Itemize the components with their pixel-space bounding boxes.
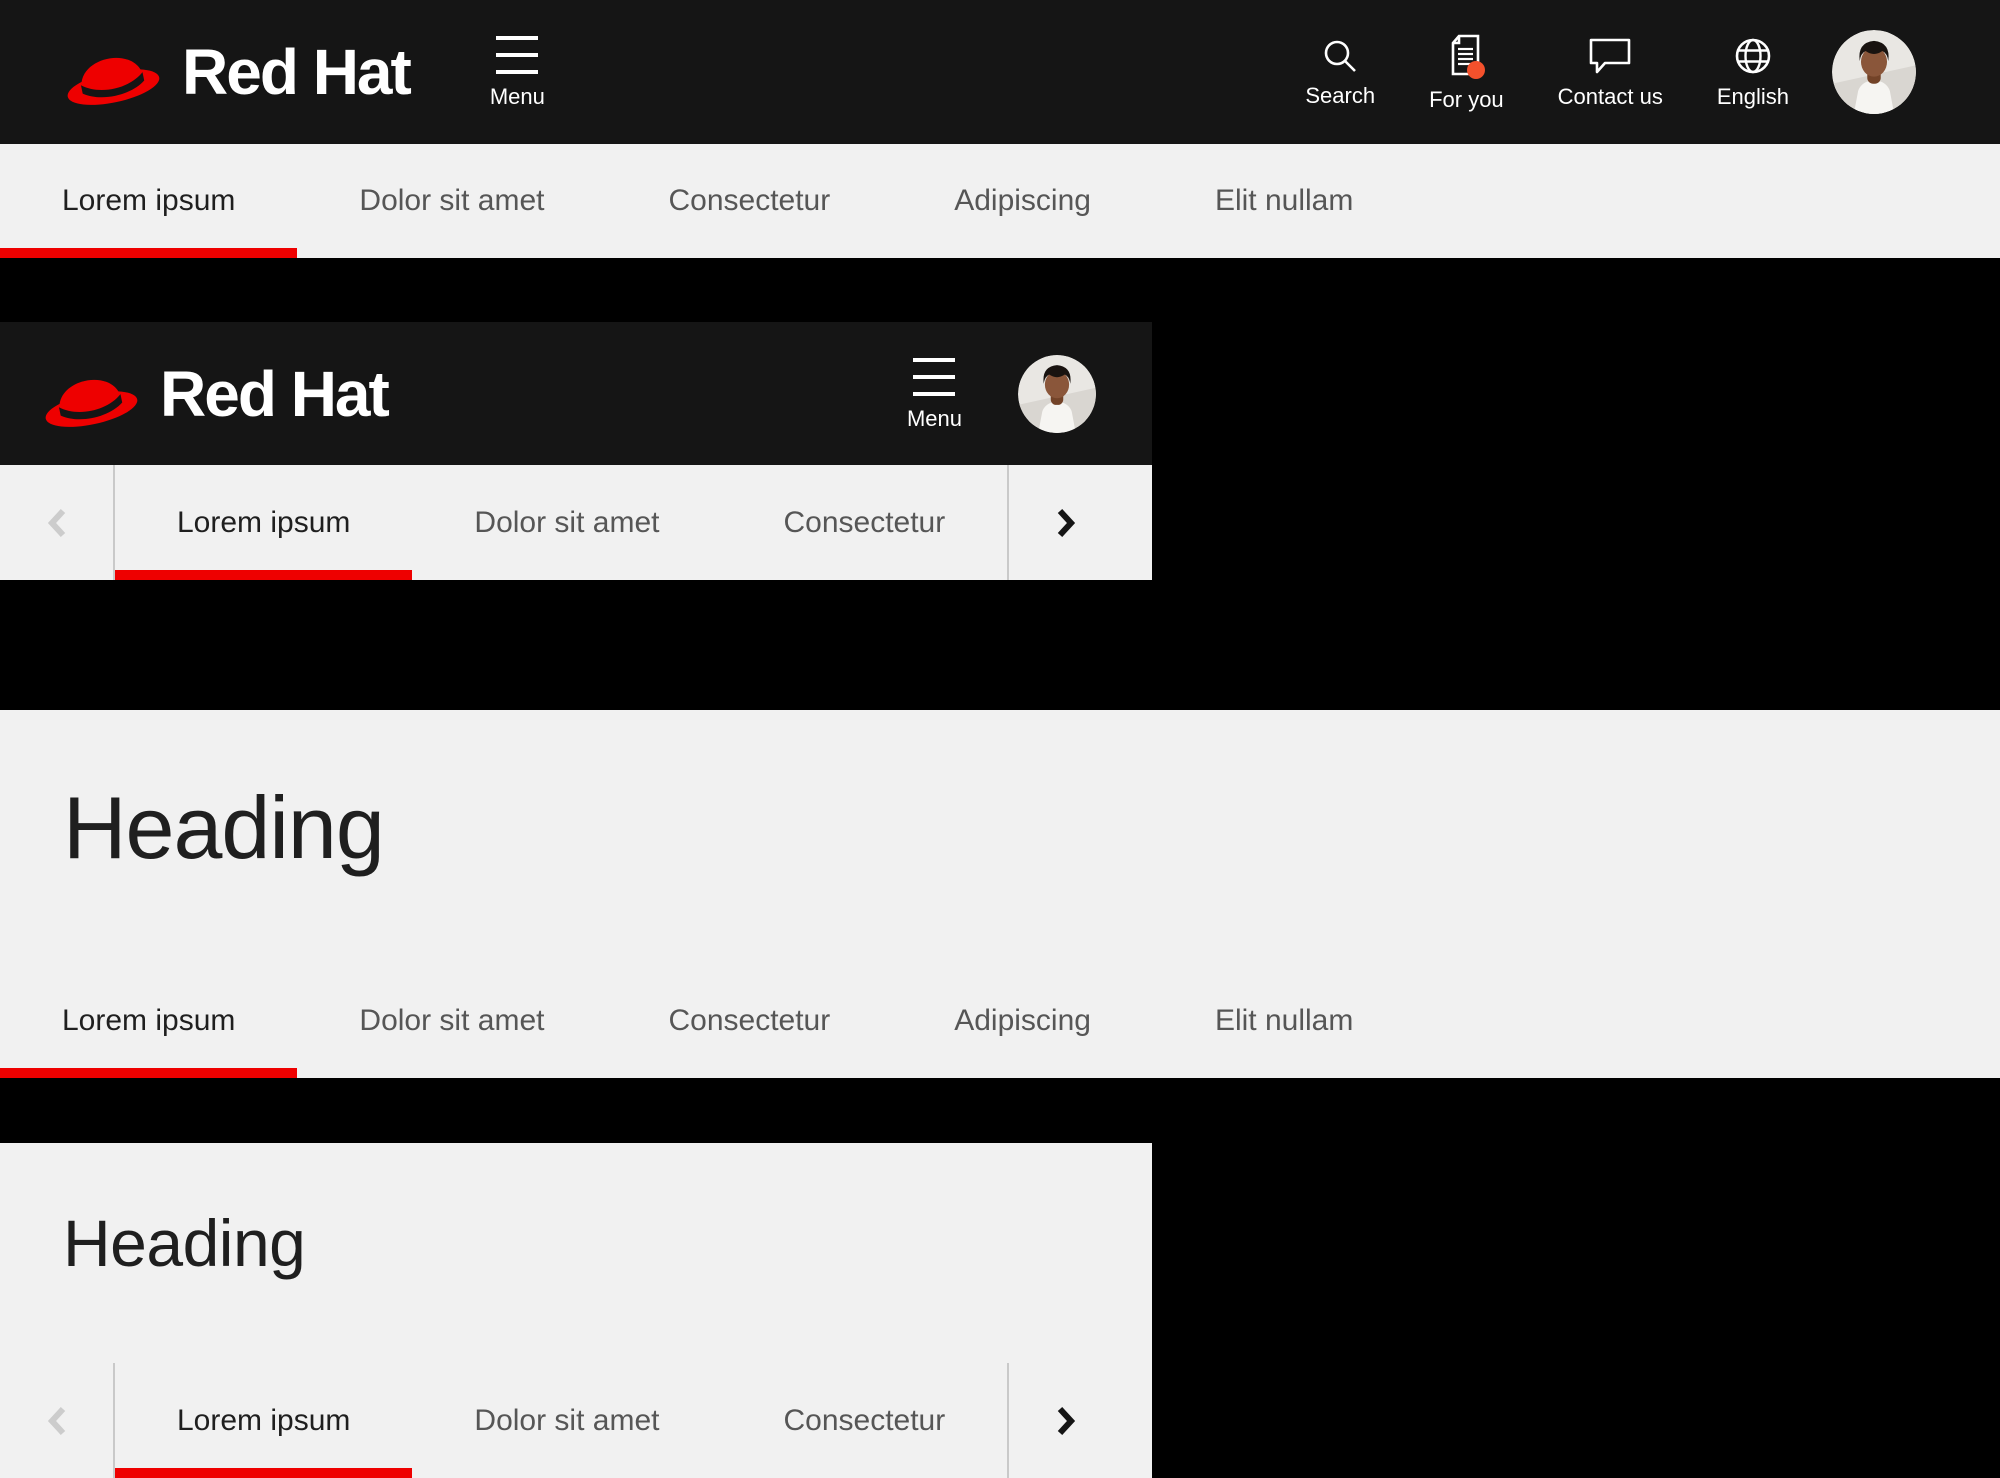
avatar-photo	[1018, 354, 1096, 433]
redhat-logo-mobile[interactable]: Red Hat	[38, 354, 390, 434]
separator-strip	[0, 258, 2000, 322]
search-button[interactable]: Search	[1278, 37, 1402, 107]
search-label: Search	[1305, 83, 1376, 108]
desktop-section-tab-bar: Lorem ipsum Dolor sit amet Consectetur A…	[0, 964, 2000, 1078]
desktop-header: Red Hat Menu Search For you Contact us E…	[0, 0, 2000, 144]
mobile-tab-lorem-ipsum[interactable]: Lorem ipsum	[115, 465, 413, 580]
mobile-viewport-example: Red Hat Menu Lorem ipsum Dolor sit amet …	[0, 322, 1152, 580]
chevron-right-icon	[1057, 508, 1075, 537]
mobile-tab-bar: Lorem ipsum Dolor sit amet Consectetur	[0, 465, 1152, 580]
language-button[interactable]: English	[1690, 36, 1816, 108]
previous-tabs-chevron-disabled	[0, 465, 113, 580]
tab-elit-nullam[interactable]: Elit nullam	[1153, 144, 1415, 258]
page-heading: Heading	[63, 1206, 306, 1280]
mobile-tab-consectetur[interactable]: Consectetur	[721, 1363, 1007, 1478]
menu-label: Menu	[489, 84, 545, 109]
mobile-example-section: Heading Lorem ipsum Dolor sit amet Conse…	[0, 1143, 1152, 1478]
tab-elit-nullam[interactable]: Elit nullam	[1153, 964, 1415, 1078]
separator-strip	[0, 580, 2000, 710]
for-you-button[interactable]: For you	[1402, 33, 1531, 111]
desktop-example-section: Heading Lorem ipsum Dolor sit amet Conse…	[0, 710, 2000, 1078]
user-avatar[interactable]	[1832, 30, 1916, 114]
chevron-left-icon	[47, 1406, 65, 1435]
hamburger-icon	[913, 357, 956, 396]
tab-lorem-ipsum[interactable]: Lorem ipsum	[0, 964, 298, 1078]
page-heading: Heading	[63, 778, 385, 877]
menu-button[interactable]: Menu	[490, 36, 545, 108]
avatar-photo	[1832, 30, 1916, 114]
mobile-menu-button[interactable]: Menu	[906, 357, 962, 431]
mobile-header: Red Hat Menu	[0, 322, 1152, 465]
chevron-left-icon	[47, 508, 65, 537]
mobile-menu-label: Menu	[906, 405, 962, 431]
redhat-fedora-icon	[45, 379, 138, 427]
redhat-wordmark: Red Hat	[182, 36, 412, 108]
redhat-wordmark: Red Hat	[160, 357, 390, 430]
chat-bubble-icon	[1589, 38, 1631, 74]
mobile-tab-lorem-ipsum[interactable]: Lorem ipsum	[115, 1363, 413, 1478]
globe-icon	[1735, 38, 1771, 74]
document-icon	[1452, 34, 1486, 79]
hamburger-icon	[496, 36, 539, 74]
tab-adipiscing[interactable]: Adipiscing	[892, 144, 1153, 258]
separator-strip	[0, 1078, 2000, 1143]
mobile-user-avatar[interactable]	[1018, 354, 1096, 433]
next-tabs-chevron[interactable]	[1009, 465, 1122, 580]
tab-lorem-ipsum[interactable]: Lorem ipsum	[0, 144, 298, 258]
chevron-right-icon	[1057, 1406, 1075, 1435]
tab-consectetur[interactable]: Consectetur	[606, 144, 892, 258]
mobile-tab-consectetur[interactable]: Consectetur	[721, 465, 1007, 580]
mobile-section-tab-bar: Lorem ipsum Dolor sit amet Consectetur	[0, 1363, 1152, 1478]
language-label: English	[1716, 84, 1789, 109]
notification-dot	[1467, 61, 1486, 79]
tab-dolor-sit-amet[interactable]: Dolor sit amet	[297, 964, 606, 1078]
mobile-tab-dolor-sit-amet[interactable]: Dolor sit amet	[412, 1363, 721, 1478]
search-icon	[1324, 40, 1357, 72]
redhat-fedora-icon	[67, 57, 160, 105]
next-tabs-chevron[interactable]	[1009, 1363, 1122, 1478]
mobile-tab-dolor-sit-amet[interactable]: Dolor sit amet	[412, 465, 721, 580]
previous-tabs-chevron-disabled	[0, 1363, 113, 1478]
contact-us-label: Contact us	[1557, 84, 1663, 109]
desktop-tab-bar: Lorem ipsum Dolor sit amet Consectetur A…	[0, 144, 2000, 258]
tab-consectetur[interactable]: Consectetur	[606, 964, 892, 1078]
redhat-logo[interactable]: Red Hat	[60, 32, 412, 112]
for-you-label: For you	[1429, 87, 1504, 112]
contact-us-button[interactable]: Contact us	[1531, 36, 1690, 108]
tab-dolor-sit-amet[interactable]: Dolor sit amet	[297, 144, 606, 258]
header-actions: Search For you Contact us English	[1278, 33, 1816, 111]
tab-adipiscing[interactable]: Adipiscing	[892, 964, 1153, 1078]
